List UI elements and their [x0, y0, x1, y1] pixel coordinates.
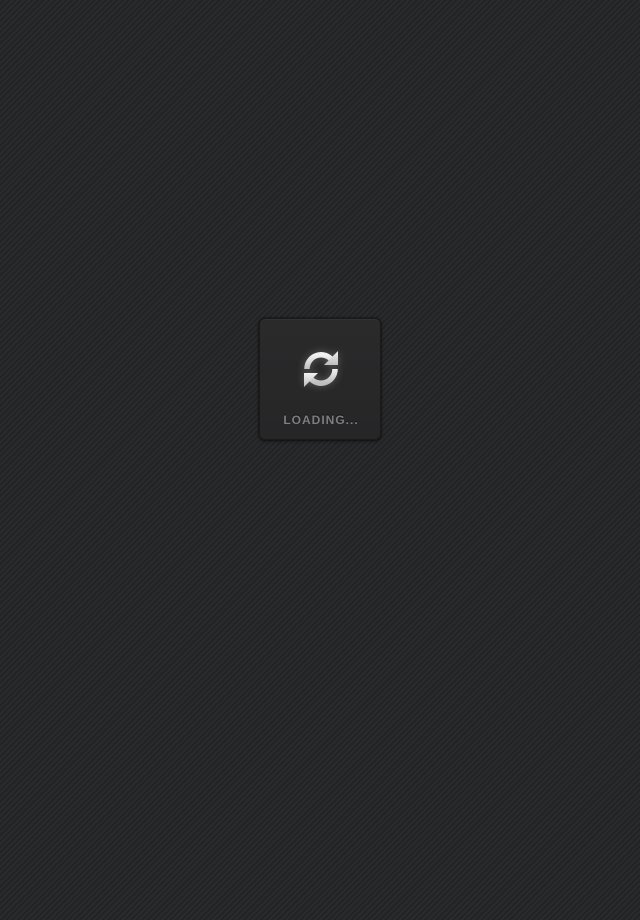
refresh-icon: [300, 348, 342, 390]
loading-screen: LOADING...: [0, 0, 640, 920]
loading-panel: LOADING...: [259, 318, 381, 440]
loading-label: LOADING...: [283, 413, 359, 427]
